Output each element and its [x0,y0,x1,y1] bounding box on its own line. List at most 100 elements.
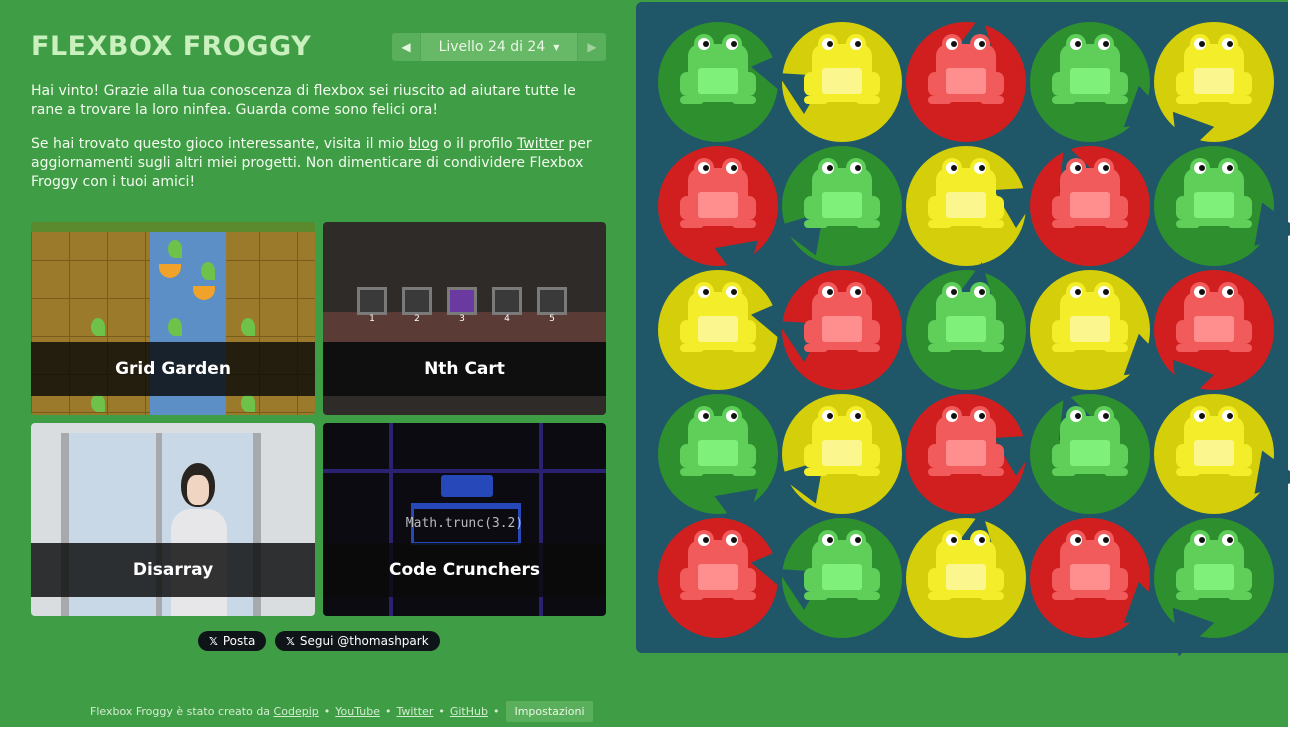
green-lilypad-icon [772,146,902,266]
leaf-icon [168,318,182,336]
frog-foot [732,220,756,228]
green-frog-icon [680,406,756,492]
red-lilypad-icon [765,270,902,390]
game-title: Code Crunchers [323,543,606,597]
yellow-lilypad-icon [772,394,902,514]
lilypad-cell [1152,144,1290,268]
green-lilypad-icon [658,394,778,540]
settings-button[interactable]: Impostazioni [506,700,593,722]
game-card-grid-garden[interactable]: Grid Garden [31,222,315,415]
frog-pupil [951,289,957,295]
green-frog-icon [1176,530,1252,616]
frog-belly [1070,68,1110,94]
frog-foot [928,344,952,352]
frog-pupil [1075,41,1081,47]
sidebar: FLEXBOX FROGGY ◀ Livello 24 di 24 ▼ ▶ Ha… [0,0,636,727]
twitter-link[interactable]: Twitter [517,136,564,152]
yellow-frog-icon [804,34,880,120]
red-frog-icon [680,530,756,616]
red-frog-icon [1176,282,1252,368]
pond-board [636,2,1290,665]
codepip-link[interactable]: Codepip [274,705,319,718]
frog-foot [1052,220,1076,228]
frog-foot [980,344,1004,352]
lilypad-cell [765,268,904,392]
leaf-icon [201,262,215,280]
frog-belly [822,192,862,218]
game-card-disarray[interactable]: Disarray [31,423,315,616]
next-level-icon[interactable]: ▶ [578,33,606,61]
frog-belly [1194,316,1234,342]
frog-foot [1176,468,1200,476]
frog-pupil [1103,41,1109,47]
code-snippet: Math.trunc(3.2) [405,516,524,531]
level-indicator[interactable]: Livello 24 di 24 ▼ [420,33,578,61]
frog-foot [1052,344,1076,352]
level-navigation: ◀ Livello 24 di 24 ▼ ▶ [392,33,606,61]
games-grid: Grid Garden 1 2 3 4 5 Nth Cart Disarray [31,222,606,616]
frog-pupil [951,41,957,47]
green-lilypad-icon [906,258,1026,390]
frog-foot [1104,96,1128,104]
lilypad-cell [1028,383,1152,516]
caret-down-icon: ▼ [553,42,560,52]
frog-pupil [827,537,833,543]
frog-pupil [979,165,985,171]
footer-twitter-link[interactable]: Twitter [396,705,433,718]
frog-foot [680,592,704,600]
lilypad-cell [1028,516,1181,640]
frog-pupil [731,289,737,295]
game-card-code-crunchers[interactable]: Math.trunc(3.2) Code Crunchers [323,423,606,616]
frog-belly [946,440,986,466]
yellow-lilypad-icon [906,506,1026,638]
frog-pupil [1075,413,1081,419]
frog-foot [1052,96,1076,104]
frog-belly [1194,564,1234,590]
lilypad-cell [656,20,813,144]
lilypad-cell [1152,516,1276,665]
frog-foot [856,468,880,476]
frog-pupil [703,289,709,295]
frog-foot [928,96,952,104]
previous-level-icon[interactable]: ◀ [392,33,420,61]
frog-pupil [1103,537,1109,543]
promo-text-1: Se hai trovato questo gioco interessante… [31,136,409,152]
green-frog-icon [804,158,880,244]
cart-icon: 2 [402,287,432,324]
frog-pupil [1075,165,1081,171]
frog-foot [928,220,952,228]
lilypad-cell [656,516,813,640]
red-frog-icon [928,34,1004,120]
footer-credit: Flexbox Froggy è stato creato da [90,704,271,718]
red-frog-icon [1052,530,1128,616]
green-frog-icon [1052,406,1128,492]
frog-foot [1228,468,1252,476]
frog-foot [1176,344,1200,352]
separator: • [438,704,445,718]
game-card-nth-cart[interactable]: 1 2 3 4 5 Nth Cart [323,222,606,415]
github-link[interactable]: GitHub [450,705,488,718]
frog-foot [1052,468,1076,476]
frog-pupil [951,537,957,543]
lilypad-cell [1028,20,1181,144]
follow-button[interactable]: 𝕏 Segui @thomashpark [275,631,440,651]
lilypad-notch [1157,607,1215,665]
lilypad-cell [904,392,1055,516]
green-lilypad-icon [1030,22,1181,143]
level-label: Livello 24 di 24 [438,39,546,55]
green-lilypad-icon [1154,146,1290,266]
frog-belly [1194,192,1234,218]
frog-foot [1104,592,1128,600]
blog-link[interactable]: blog [408,136,438,152]
yellow-frog-icon [928,530,1004,616]
footer: Flexbox Froggy è stato creato da Codepip… [90,700,593,722]
frog-foot [732,96,756,104]
frog-pupil [731,165,737,171]
frog-foot [1104,468,1128,476]
frog-pupil [951,165,957,171]
lilypad-cell [656,392,780,540]
frog-foot [1228,344,1252,352]
youtube-link[interactable]: YouTube [335,705,380,718]
red-lilypad-icon [658,146,778,292]
post-button[interactable]: 𝕏 Posta [198,631,267,651]
